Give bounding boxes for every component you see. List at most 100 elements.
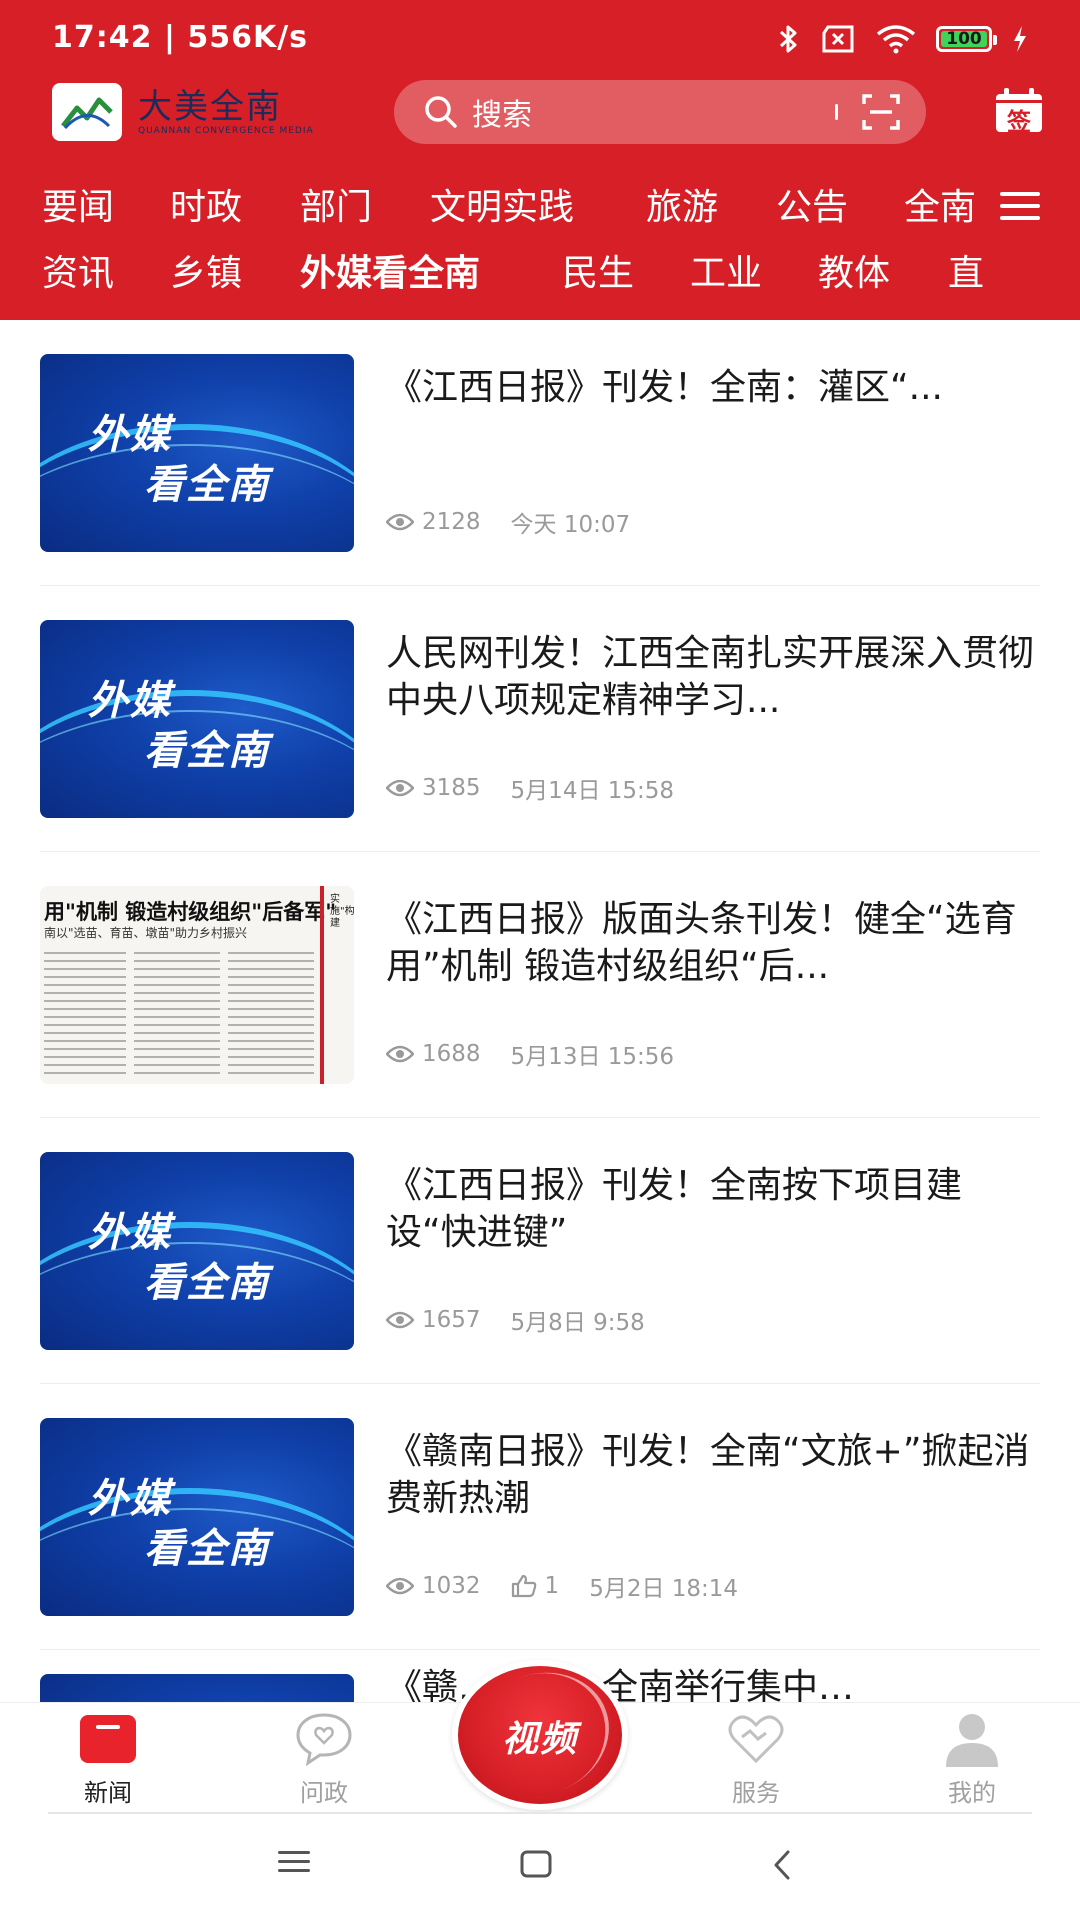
signin-label: 签 <box>1007 108 1031 136</box>
news-title: 《赣南日报》刊发！全南“文旅+”掀起消费新热潮 <box>386 1431 1030 1519</box>
thumb-text-line2: 看全南 <box>144 462 270 508</box>
system-nav-bar <box>0 1814 1080 1920</box>
charging-icon <box>1014 26 1026 52</box>
tab-minsheng[interactable]: 民生 <box>562 246 634 302</box>
eye-icon <box>386 779 414 797</box>
tab-wenming-shijian[interactable]: 文明实践 <box>430 180 574 236</box>
publish-time: 5月2日 18:14 <box>589 1576 739 1602</box>
brand: 大美全南 QUANNAN CONVERGENCE MEDIA <box>52 82 314 142</box>
news-title: 《江西日报》版面头条刊发！健全“选育用”机制 锻造村级组织“后... <box>386 899 1017 987</box>
news-item[interactable]: 外媒 看全南 《江西日报》刊发！全南按下项目建设“快进键” 1657 5月8日 … <box>40 1118 1040 1384</box>
news-thumbnail-newspaper: 用"机制 锻造村级组织"后备军" 南以"选苗、育苗、墩苗"助力乡村振兴 实施"构… <box>40 886 354 1084</box>
tab-wenzheng[interactable]: 问政 <box>254 1703 394 1813</box>
tab-gongye[interactable]: 工业 <box>690 246 762 302</box>
user-icon <box>946 1714 998 1767</box>
news-title: 《江西日报》刊发！全南按下项目建设“快进键” <box>386 1165 963 1253</box>
news-meta: 3185 5月14日 15:58 <box>386 772 674 804</box>
tab-news-label: 新闻 <box>84 1779 132 1807</box>
news-title: 《江西日报》刊发！全南：灌区“... <box>386 367 943 408</box>
tab-jiaoti[interactable]: 教体 <box>818 246 890 302</box>
tab-lvyou[interactable]: 旅游 <box>646 180 718 236</box>
news-meta: 2128 今天 10:07 <box>386 506 630 538</box>
tab-shizheng[interactable]: 时政 <box>170 180 242 236</box>
tab-mine-label: 我的 <box>948 1779 996 1807</box>
news-title: 人民网刊发！江西全南扎实开展深入贯彻中央八项规定精神学习... <box>386 633 1035 721</box>
status-icons: 100 <box>778 20 1028 58</box>
news-item[interactable]: 外媒 看全南 《赣南日报》刊发！全南“文旅+”掀起消费新热潮 1032 1 5月… <box>40 1384 1040 1650</box>
brand-subtitle: QUANNAN CONVERGENCE MEDIA <box>138 126 314 136</box>
tab-zixun[interactable]: 资讯 <box>42 246 114 302</box>
handshake-heart-icon <box>728 1715 784 1764</box>
app-header: 17:42 | 556K/s 100 大美全南 QUANNAN CONVERGE… <box>0 0 1080 320</box>
wifi-icon <box>876 25 916 54</box>
view-count: 1688 <box>422 1041 481 1067</box>
tab-zhi[interactable]: 直 <box>948 246 984 302</box>
chat-heart-icon <box>296 1713 352 1767</box>
channel-menu-icon[interactable] <box>1000 190 1040 222</box>
brand-name: 大美全南 <box>138 87 282 127</box>
search-divider <box>835 104 838 120</box>
news-meta: 1688 5月13日 15:56 <box>386 1038 674 1070</box>
tab-service-label: 服务 <box>732 1779 780 1807</box>
news-item[interactable]: 外媒 看全南 人民网刊发！江西全南扎实开展深入贯彻中央八项规定精神学习... 3… <box>40 586 1040 852</box>
scan-icon[interactable] <box>862 94 900 130</box>
video-label: 视频 <box>501 1719 578 1760</box>
channel-nav-row-1: 要闻 时政 部门 文明实践 旅游 公告 全南 <box>0 180 1080 236</box>
news-thumbnail: 外媒 看全南 <box>40 354 354 552</box>
back-nav-icon[interactable] <box>772 1850 792 1880</box>
tab-quannan[interactable]: 全南 <box>904 180 976 236</box>
tab-service[interactable]: 服务 <box>686 1703 826 1813</box>
publish-time: 今天 10:07 <box>510 512 631 538</box>
news-tab-icon <box>80 1715 136 1763</box>
menu-nav-icon[interactable] <box>278 1850 310 1874</box>
eye-icon <box>386 1577 414 1595</box>
video-center-button[interactable]: 视频 <box>452 1653 628 1815</box>
tab-xiangzhen[interactable]: 乡镇 <box>170 246 242 302</box>
search-icon <box>425 96 457 128</box>
thumb-text-line2: 看全南 <box>144 728 270 774</box>
news-item[interactable]: 用"机制 锻造村级组织"后备军" 南以"选苗、育苗、墩苗"助力乡村振兴 实施"构… <box>40 852 1040 1118</box>
news-item[interactable]: 外媒 看全南 《江西日报》刊发！全南：灌区“... 2128 今天 10:07 <box>40 320 1040 586</box>
home-nav-icon[interactable] <box>520 1850 552 1878</box>
eye-icon <box>386 513 414 531</box>
news-thumbnail: 外媒 看全南 <box>40 620 354 818</box>
tab-waimei-kan-quannan[interactable]: 外媒看全南 <box>300 246 480 302</box>
no-sim-icon <box>822 25 854 53</box>
battery-level: 100 <box>946 29 982 49</box>
publish-time: 5月13日 15:56 <box>510 1044 675 1070</box>
channel-nav-row-2: 资讯 乡镇 外媒看全南 民生 工业 教体 直 <box>0 246 1080 302</box>
publish-time: 5月14日 15:58 <box>510 778 675 804</box>
tab-gonggao[interactable]: 公告 <box>776 180 848 236</box>
thumb-text-line2: 看全南 <box>144 1526 270 1572</box>
paper-subline: 南以"选苗、育苗、墩苗"助力乡村振兴 <box>44 926 248 940</box>
tab-bumen[interactable]: 部门 <box>300 180 372 236</box>
status-bar: 17:42 | 556K/s 100 <box>0 0 1080 78</box>
thumb-text-line2: 看全南 <box>144 1260 270 1306</box>
news-meta: 1657 5月8日 9:58 <box>386 1304 645 1336</box>
news-thumbnail: 外媒 看全南 <box>40 1418 354 1616</box>
tab-wenzheng-label: 问政 <box>300 1779 348 1807</box>
tab-yaowen[interactable]: 要闻 <box>42 180 114 236</box>
battery-icon: 100 <box>936 26 997 52</box>
paper-side-text: 实施"构建 <box>330 894 354 929</box>
view-count: 1657 <box>422 1307 481 1333</box>
eye-icon <box>386 1311 414 1329</box>
news-meta: 1032 1 5月2日 18:14 <box>386 1570 738 1602</box>
search-bar[interactable]: 搜索 <box>394 80 926 144</box>
tab-mine[interactable]: 我的 <box>902 1703 1042 1813</box>
brand-logo <box>52 83 122 141</box>
news-thumbnail <box>40 1674 354 1702</box>
thumbs-up-icon <box>511 1574 536 1598</box>
publish-time: 5月8日 9:58 <box>510 1310 645 1336</box>
like-count: 1 <box>544 1573 560 1599</box>
news-thumbnail: 外媒 看全南 <box>40 1152 354 1350</box>
status-time: 17:42 | 556K/s <box>52 20 309 55</box>
view-count: 1032 <box>422 1573 481 1599</box>
view-count: 2128 <box>422 509 481 535</box>
signin-button[interactable]: 签 <box>994 88 1044 136</box>
paper-headline: 用"机制 锻造村级组织"后备军" <box>44 900 337 924</box>
search-placeholder: 搜索 <box>472 98 532 133</box>
bluetooth-icon <box>779 25 797 53</box>
tab-news[interactable]: 新闻 <box>38 1703 178 1813</box>
eye-icon <box>386 1045 414 1063</box>
